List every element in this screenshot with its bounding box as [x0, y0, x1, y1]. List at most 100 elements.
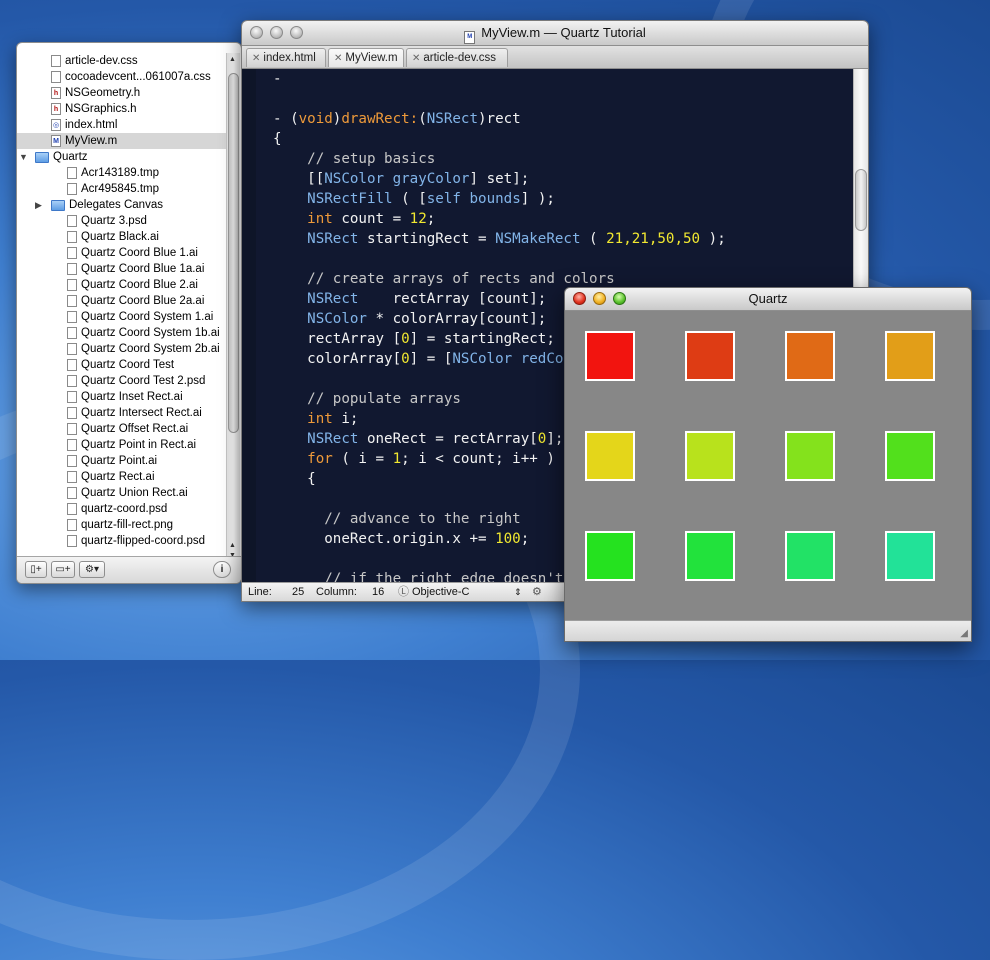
disclosure-closed-icon[interactable]: ▶	[35, 197, 42, 213]
file-list-item[interactable]: Quartz Coord Test	[17, 357, 227, 373]
file-list-item[interactable]: quartz-fill-rect.png	[17, 517, 227, 533]
scroll-up-arrow-icon[interactable]: ▲	[229, 542, 236, 549]
code-line[interactable]: - (void)drawRect:(NSRect)rect	[273, 109, 734, 129]
popup-arrows-icon[interactable]: ⇕	[514, 583, 522, 601]
file-name: Quartz Coord System 2b.ai	[81, 343, 220, 355]
minimize-button[interactable]	[593, 292, 606, 305]
file-list-item[interactable]: cocoadevcent...061007a.css	[17, 69, 227, 85]
code-line[interactable]	[273, 89, 734, 109]
code-token: int	[307, 211, 333, 227]
file-name: NSGeometry.h	[65, 87, 141, 99]
editor-title: MyView.m — Quartz Tutorial	[481, 25, 646, 40]
disclosure-open-icon[interactable]: ▼	[19, 149, 28, 165]
code-line[interactable]: -	[273, 69, 734, 89]
header-file-icon: h	[51, 87, 61, 99]
file-list-item[interactable]: Quartz Union Rect.ai	[17, 485, 227, 501]
file-list-item[interactable]: Quartz Coord Blue 1a.ai	[17, 261, 227, 277]
file-list-item[interactable]: Quartz Coord Test 2.psd	[17, 373, 227, 389]
tab-article-dev-css[interactable]: ✕ article-dev.css	[406, 48, 508, 67]
new-group-button[interactable]: ▭+	[51, 561, 75, 578]
file-icon	[67, 487, 77, 499]
code-token: ];	[546, 431, 564, 447]
file-list-item[interactable]: ▶ Delegates Canvas	[17, 197, 227, 213]
file-name: cocoadevcent...061007a.css	[65, 71, 211, 83]
info-button[interactable]: i	[213, 561, 231, 578]
zoom-button[interactable]	[290, 26, 303, 39]
file-list-item[interactable]: Quartz Coord System 1b.ai	[17, 325, 227, 341]
action-menu-button[interactable]: ⚙▾	[79, 561, 105, 578]
file-list-item[interactable]: Quartz Rect.ai	[17, 469, 227, 485]
editor-titlebar[interactable]: M MyView.m — Quartz Tutorial	[242, 21, 868, 46]
document-icon: M	[464, 31, 476, 44]
close-button[interactable]	[250, 26, 263, 39]
code-line[interactable]: int count = 12;	[273, 209, 734, 229]
file-list-item[interactable]: Quartz Coord Blue 1.ai	[17, 245, 227, 261]
file-list-item[interactable]: quartz-coord.psd	[17, 501, 227, 517]
file-list-item[interactable]: Quartz Black.ai	[17, 229, 227, 245]
code-token: // create arrays of rects and colors	[273, 271, 615, 287]
file-list-item[interactable]: Acr143189.tmp	[17, 165, 227, 181]
editor-scroll-thumb[interactable]	[855, 169, 867, 231]
file-name: quartz-flipped-coord.psd	[81, 535, 206, 547]
file-list-item[interactable]: Quartz Point.ai	[17, 453, 227, 469]
file-list-item[interactable]: Quartz Coord System 2b.ai	[17, 341, 227, 357]
file-icon	[67, 535, 77, 547]
code-line[interactable]: // create arrays of rects and colors	[273, 269, 734, 289]
close-button[interactable]	[573, 292, 586, 305]
file-list[interactable]: article-dev.css cocoadevcent...061007a.cs…	[17, 53, 227, 583]
code-line[interactable]	[273, 249, 734, 269]
file-list-item[interactable]: quartz-flipped-coord.psd	[17, 533, 227, 549]
file-list-item[interactable]: Quartz Coord System 1.ai	[17, 309, 227, 325]
code-token: i;	[332, 411, 359, 427]
code-token: ( [	[392, 191, 427, 207]
zoom-button[interactable]	[613, 292, 626, 305]
scroll-up-icon[interactable]: ▲	[229, 56, 236, 63]
fold-gutter[interactable]	[242, 69, 256, 583]
file-list-item[interactable]: h NSGeometry.h	[17, 85, 227, 101]
file-list-item[interactable]: M MyView.m	[17, 133, 227, 149]
language-popup[interactable]: Objective-C	[412, 583, 469, 601]
file-list-item[interactable]: Quartz Intersect Rect.ai	[17, 405, 227, 421]
tab-index-html[interactable]: ✕ index.html	[246, 48, 326, 67]
gear-icon[interactable]: ⚙	[532, 583, 542, 601]
code-token: 0	[401, 331, 410, 347]
file-list-item[interactable]: Quartz Inset Rect.ai	[17, 389, 227, 405]
code-line[interactable]: NSRectFill ( [self bounds] );	[273, 189, 734, 209]
color-rect-lime	[785, 431, 835, 481]
quartz-titlebar[interactable]: Quartz	[565, 288, 971, 311]
minimize-button[interactable]	[270, 26, 283, 39]
tab-close-icon[interactable]: ✕	[252, 53, 260, 64]
color-rect-green	[585, 531, 635, 581]
code-line[interactable]: // setup basics	[273, 149, 734, 169]
code-line[interactable]: NSRect startingRect = NSMakeRect ( 21,21…	[273, 229, 734, 249]
project-scrollbar[interactable]: ▲ ▲ ▼	[226, 53, 240, 563]
file-name: Quartz Coord Blue 2.ai	[81, 279, 198, 291]
code-token: NSRect	[307, 431, 359, 447]
file-list-item[interactable]: Quartz Coord Blue 2.ai	[17, 277, 227, 293]
code-token: ; i < count; i++ )	[401, 451, 555, 467]
tab-myview-m[interactable]: ✕ MyView.m	[328, 48, 404, 67]
file-list-item[interactable]: article-dev.css	[17, 53, 227, 69]
project-scroll-thumb[interactable]	[228, 73, 239, 433]
file-list-item[interactable]: Quartz 3.psd	[17, 213, 227, 229]
file-list-item[interactable]: Quartz Coord Blue 2a.ai	[17, 293, 227, 309]
code-token: set	[486, 171, 513, 187]
tab-close-icon[interactable]: ✕	[334, 53, 342, 64]
code-line[interactable]: [[NSColor grayColor] set];	[273, 169, 734, 189]
tab-close-icon[interactable]: ✕	[412, 53, 420, 64]
file-name: Quartz Coord Blue 1a.ai	[81, 263, 205, 275]
file-list-item[interactable]: ▼ Quartz	[17, 149, 227, 165]
file-list-item[interactable]: Acr495845.tmp	[17, 181, 227, 197]
file-list-item[interactable]: ◎ index.html	[17, 117, 227, 133]
file-icon	[67, 167, 77, 179]
file-list-item[interactable]: Quartz Point in Rect.ai	[17, 437, 227, 453]
new-file-button[interactable]: ▯+	[25, 561, 47, 578]
file-list-item[interactable]: h NSGraphics.h	[17, 101, 227, 117]
file-list-item[interactable]: Quartz Offset Rect.ai	[17, 421, 227, 437]
code-line[interactable]: {	[273, 129, 734, 149]
resize-grip-icon[interactable]: ◢	[960, 628, 968, 639]
